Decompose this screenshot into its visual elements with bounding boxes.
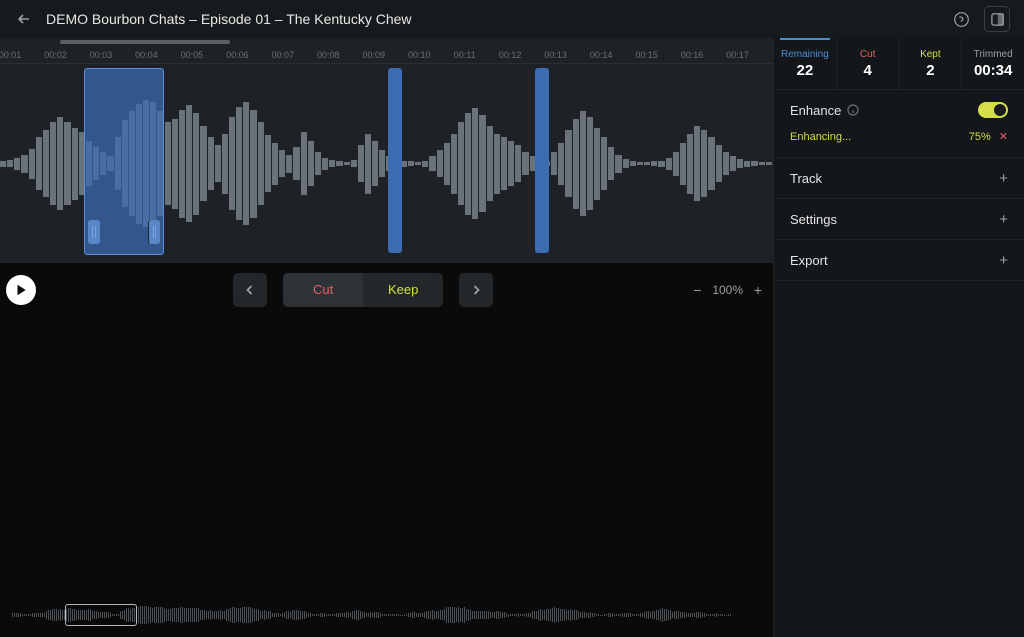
- zoom-out-button[interactable]: −: [690, 282, 704, 298]
- prev-button[interactable]: [233, 273, 267, 307]
- detail-pane: [0, 316, 773, 637]
- enhance-title: Enhance: [790, 103, 841, 118]
- timeline-ruler[interactable]: 00:01 00:02 00:03 00:04 00:05 00:06 00:07 00:08…: [0, 38, 773, 64]
- selection-handle-left[interactable]: [88, 220, 100, 244]
- ruler-tick: 00:05: [181, 50, 204, 60]
- stat-label: Kept: [920, 49, 941, 60]
- info-icon[interactable]: [847, 104, 859, 116]
- back-button[interactable]: [14, 9, 34, 29]
- stat-value: 00:34: [974, 62, 1012, 79]
- page-title: DEMO Bourbon Chats – Episode 01 – The Ke…: [46, 11, 936, 27]
- stat-label: Cut: [860, 49, 876, 60]
- ruler-tick: 00:11: [454, 50, 476, 60]
- stat-remaining[interactable]: Remaining 22: [774, 38, 837, 89]
- selection-handle-right[interactable]: [148, 220, 160, 244]
- ruler-tick: 00:14: [590, 50, 613, 60]
- track-accordion[interactable]: Track +: [790, 158, 1008, 198]
- stat-cut[interactable]: Cut 4: [837, 38, 900, 89]
- stat-value: 2: [926, 62, 934, 79]
- ruler-tick: 00:01: [0, 50, 21, 60]
- ruler-tick: 00:06: [226, 50, 249, 60]
- zoom-in-button[interactable]: +: [751, 282, 765, 298]
- help-icon[interactable]: [948, 6, 974, 32]
- export-accordion[interactable]: Export +: [790, 240, 1008, 280]
- next-button[interactable]: [459, 273, 493, 307]
- ruler-tick: 00:17: [726, 50, 749, 60]
- marker-region[interactable]: [388, 68, 402, 253]
- overview-waveform[interactable]: [12, 601, 761, 629]
- settings-label: Settings: [790, 212, 837, 227]
- stat-value: 4: [863, 62, 871, 79]
- ruler-tick: 00:15: [635, 50, 658, 60]
- stat-label: Remaining: [781, 49, 829, 60]
- expand-icon: +: [999, 170, 1008, 187]
- ruler-tick: 00:16: [681, 50, 704, 60]
- overview-viewport[interactable]: [65, 604, 137, 626]
- stat-label: Trimmed: [974, 49, 1013, 60]
- ruler-tick: 00:03: [90, 50, 113, 60]
- expand-icon: +: [999, 211, 1008, 228]
- stat-value: 22: [797, 62, 814, 79]
- waveform-editor[interactable]: 00:01 00:02 00:03 00:04 00:05 00:06 00:07 00:08…: [0, 38, 773, 263]
- settings-accordion[interactable]: Settings +: [790, 199, 1008, 239]
- cut-keep-toggle[interactable]: Cut Keep: [283, 273, 443, 307]
- expand-icon: +: [999, 252, 1008, 269]
- ruler-tick: 00:04: [135, 50, 158, 60]
- play-button[interactable]: [6, 275, 36, 305]
- panel-toggle-icon[interactable]: [984, 6, 1010, 32]
- enhance-status-text: Enhancing...: [790, 131, 851, 143]
- stat-kept[interactable]: Kept 2: [900, 38, 963, 89]
- ruler-tick: 00:08: [317, 50, 340, 60]
- selection-region[interactable]: [84, 68, 164, 255]
- ruler-tick: 00:13: [544, 50, 567, 60]
- cancel-enhance-button[interactable]: ✕: [999, 130, 1008, 143]
- ruler-scrollbar-thumb[interactable]: [60, 40, 230, 44]
- stat-trimmed[interactable]: Trimmed 00:34: [962, 38, 1024, 89]
- ruler-tick: 00:12: [499, 50, 522, 60]
- ruler-tick: 00:10: [408, 50, 431, 60]
- enhance-percent: 75%: [969, 131, 991, 143]
- cut-button[interactable]: Cut: [283, 273, 363, 307]
- track-label: Track: [790, 171, 822, 186]
- ruler-tick: 00:09: [362, 50, 385, 60]
- enhance-toggle[interactable]: [978, 102, 1008, 118]
- zoom-level: 100%: [712, 283, 743, 297]
- ruler-tick: 00:07: [272, 50, 295, 60]
- ruler-tick: 00:02: [44, 50, 67, 60]
- marker-region[interactable]: [535, 68, 549, 253]
- export-label: Export: [790, 253, 828, 268]
- keep-button[interactable]: Keep: [363, 273, 443, 307]
